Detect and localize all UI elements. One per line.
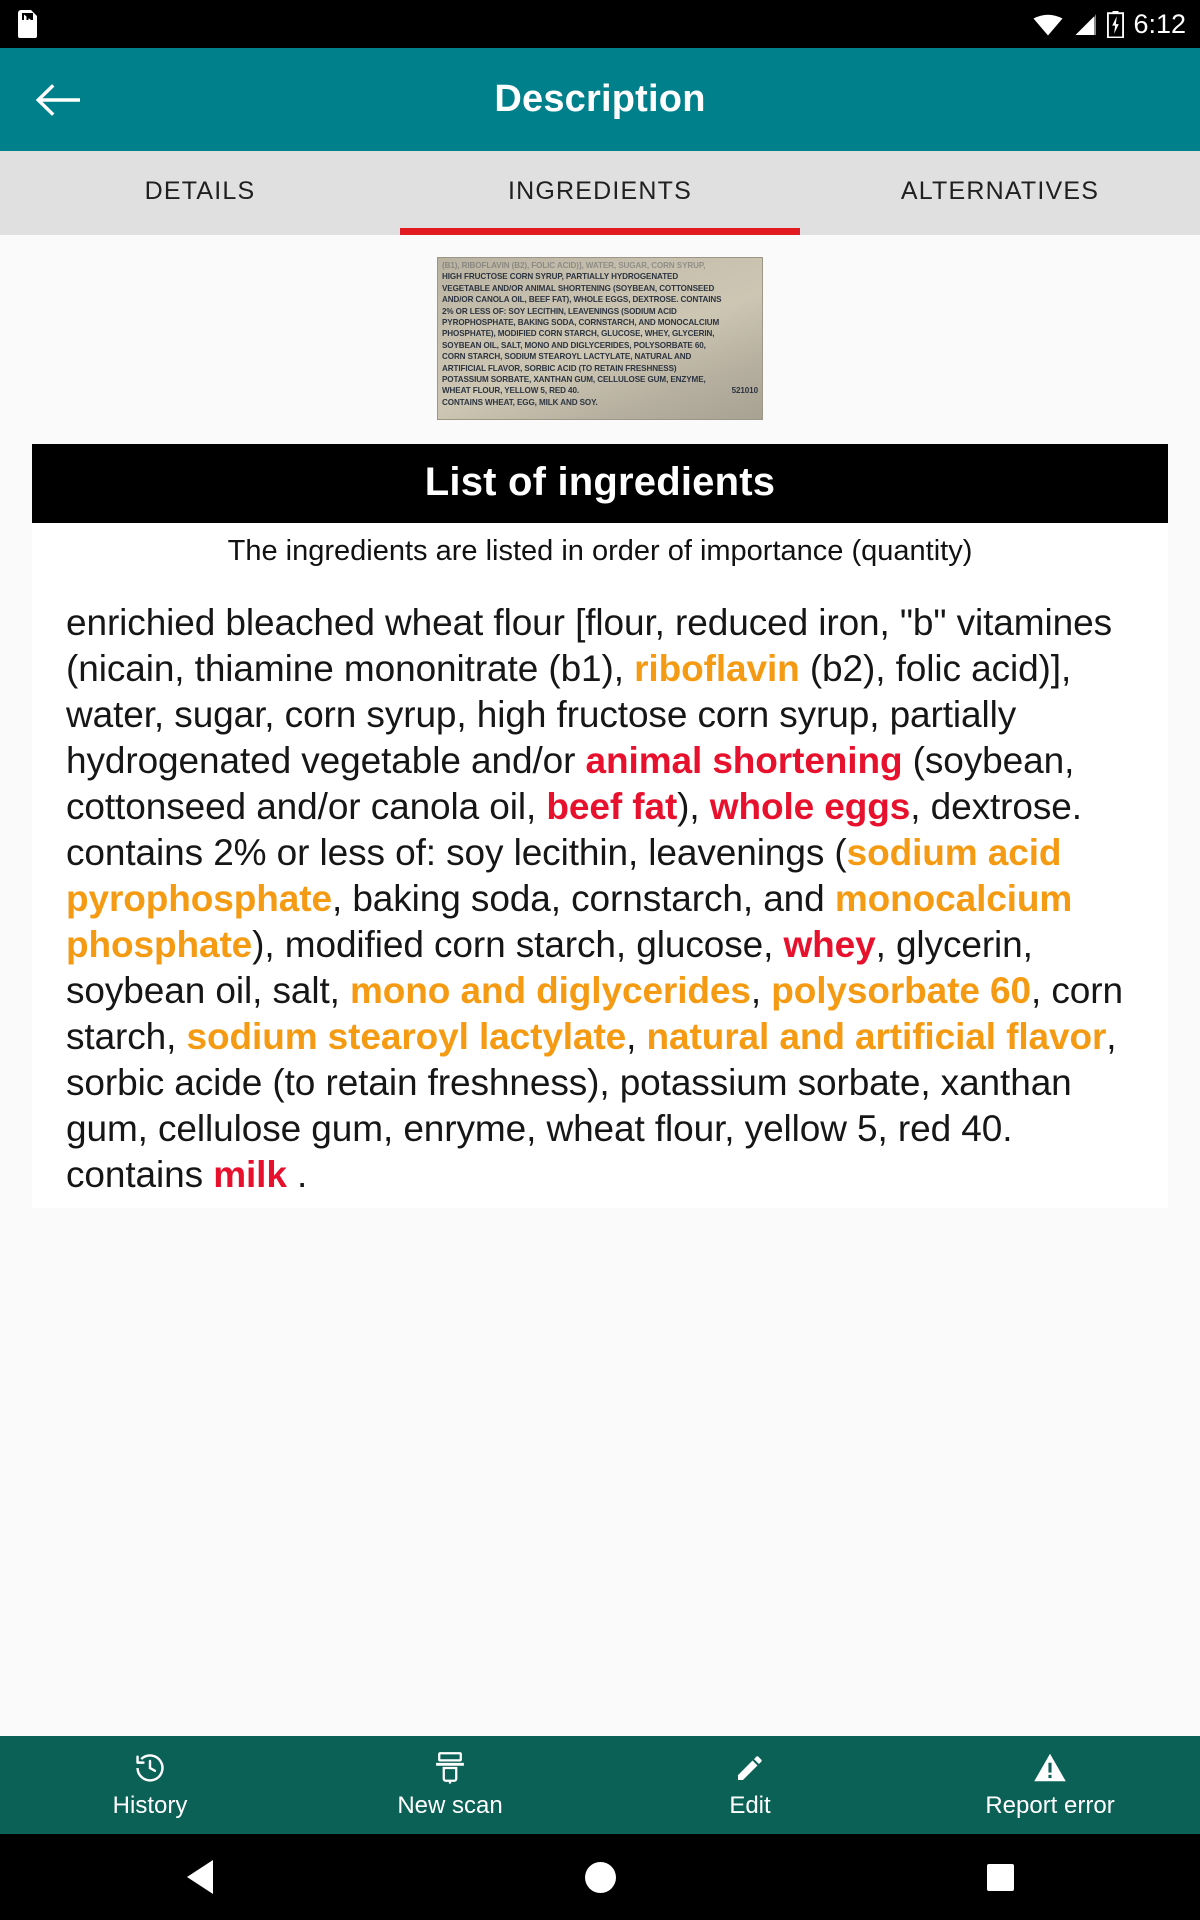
ingredients-banner-title: List of ingredients <box>32 444 1168 523</box>
ingredients-label-photo[interactable]: (B1), RIBOFLAVIN (B2), FOLIC ACID)], WAT… <box>437 257 763 420</box>
ingredient-text-plain: , baking soda, cornstarch, and <box>331 878 835 919</box>
system-navigation-bar <box>0 1834 1200 1920</box>
system-back-button[interactable] <box>140 1860 260 1894</box>
square-recents-icon <box>986 1863 1014 1891</box>
page-title: Description <box>494 78 706 120</box>
ingredient-highlight-orange: polysorbate 60 <box>771 970 1031 1011</box>
ingredient-text-plain: ), <box>677 786 710 827</box>
bottom-nav-history-label: History <box>112 1791 188 1819</box>
ingredients-subtitle: The ingredients are listed in order of i… <box>227 535 973 567</box>
ingredient-highlight-red: beef fat <box>546 786 678 827</box>
bottom-nav-history[interactable]: History <box>0 1751 300 1820</box>
history-clock-icon <box>133 1751 167 1785</box>
bottom-nav-new-scan[interactable]: New scan <box>300 1751 600 1820</box>
ingredient-highlight-orange: sodium stearoyl lactylate <box>186 1016 627 1057</box>
status-bar: 6:12 <box>0 0 1200 48</box>
ingredient-text-plain: , <box>750 970 772 1011</box>
content-scroll-area[interactable]: (B1), RIBOFLAVIN (B2), FOLIC ACID)], WAT… <box>0 235 1200 1736</box>
ingredient-text-plain: . <box>286 1154 308 1195</box>
system-home-button[interactable] <box>540 1861 660 1893</box>
app-bar: Description <box>0 48 1200 151</box>
product-photo-container: (B1), RIBOFLAVIN (B2), FOLIC ACID)], WAT… <box>0 235 1200 444</box>
cellular-signal-icon <box>1075 13 1097 35</box>
status-bar-left <box>18 10 37 38</box>
scanner-icon <box>434 1751 466 1785</box>
tab-details[interactable]: DETAILS <box>0 151 400 235</box>
app-root: 6:12 Description DETAILS INGREDIENTS ALT… <box>0 0 1200 1920</box>
label-photo-code: 521010 <box>731 386 758 396</box>
label-photo-text: (B1), RIBOFLAVIN (B2), FOLIC ACID)], WAT… <box>442 261 758 407</box>
tab-bar: DETAILS INGREDIENTS ALTERNATIVES <box>0 151 1200 235</box>
bottom-nav-new-scan-label: New scan <box>397 1791 503 1819</box>
circle-home-icon <box>584 1861 616 1893</box>
bottom-nav-report-error-label: Report error <box>985 1791 1115 1819</box>
sd-card-icon <box>18 10 37 38</box>
system-recents-button[interactable] <box>940 1863 1060 1891</box>
ingredient-highlight-red: whey <box>783 924 876 965</box>
battery-charging-icon <box>1107 10 1125 38</box>
ingredient-text-plain: , <box>626 1016 647 1057</box>
ingredients-text: enrichied bleached wheat flour [flour, r… <box>32 578 1168 1208</box>
status-bar-right: 6:12 <box>1033 10 1186 38</box>
ingredient-highlight-red: animal shortening <box>585 740 903 781</box>
ingredient-highlight-orange: natural and artificial flavor <box>646 1016 1107 1057</box>
ingredient-highlight-red: whole eggs <box>709 786 911 827</box>
bottom-nav-bar: History New scan Edit Report error <box>0 1736 1200 1834</box>
tab-ingredients[interactable]: INGREDIENTS <box>400 151 800 235</box>
ingredient-text-plain: ), modified corn starch, glucose, <box>252 924 784 965</box>
pencil-icon <box>734 1751 766 1785</box>
status-bar-clock: 6:12 <box>1133 9 1186 39</box>
wifi-icon <box>1033 14 1063 35</box>
warning-triangle-icon <box>1033 1751 1067 1785</box>
ingredient-highlight-red: milk <box>213 1154 287 1195</box>
ingredient-highlight-orange: mono and diglycerides <box>349 970 751 1011</box>
ingredients-card: List of ingredients The ingredients are … <box>32 444 1168 1208</box>
bottom-nav-report-error[interactable]: Report error <box>900 1751 1200 1820</box>
tab-alternatives[interactable]: ALTERNATIVES <box>800 151 1200 235</box>
bottom-nav-edit[interactable]: Edit <box>600 1751 900 1820</box>
triangle-back-icon <box>187 1860 213 1894</box>
bottom-nav-edit-label: Edit <box>729 1791 771 1819</box>
ingredient-highlight-orange: riboflavin <box>634 648 800 689</box>
